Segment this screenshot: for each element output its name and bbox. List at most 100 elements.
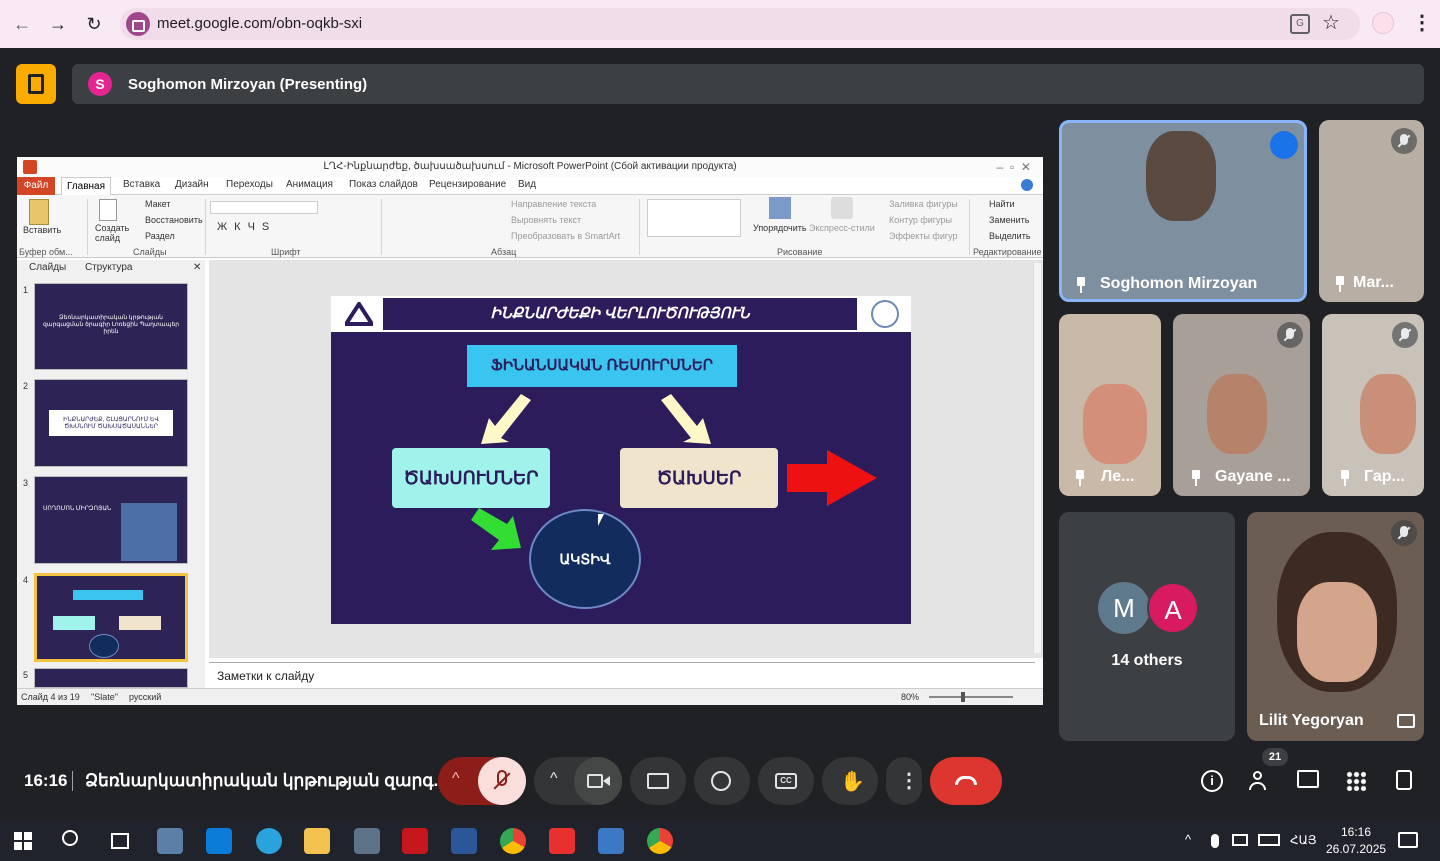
replace-button[interactable]: Заменить [989,215,1029,225]
leave-call-button[interactable] [930,757,1002,805]
translate-icon[interactable]: G [1290,14,1310,34]
participant-tile-2[interactable]: Mar... [1319,120,1424,302]
others-tile[interactable]: M A 14 others [1059,512,1235,741]
pin-icon[interactable] [1074,277,1088,293]
bookmark-star-icon[interactable]: ☆ [1322,10,1340,35]
tab-home[interactable]: Главная [61,177,111,196]
quick-styles-icon[interactable] [831,197,853,219]
close-panel-icon[interactable]: ✕ [193,262,201,273]
people-icon[interactable] [1247,770,1273,792]
audio-options-chevron-icon[interactable]: ^ [452,770,460,788]
shape-fill-button[interactable]: Заливка фигуры [889,199,958,209]
editor-scrollbar[interactable] [1033,263,1041,653]
new-slide-icon[interactable] [99,199,117,221]
tab-review[interactable]: Рецензирование [429,179,506,190]
meeting-info-icon[interactable]: i [1201,770,1223,792]
address-bar[interactable]: meet.google.com/obn-oqkb-sxi [120,8,1360,40]
reset-button[interactable]: Восстановить [145,215,203,225]
store-icon[interactable] [206,828,232,854]
emoji-button[interactable] [694,757,750,805]
section-button[interactable]: Раздел [145,231,175,241]
pin-icon[interactable] [1073,470,1087,486]
word-icon[interactable] [451,828,477,854]
mic-off-button[interactable] [478,757,526,805]
network-icon[interactable] [1232,834,1248,846]
notifications-icon[interactable] [1398,832,1418,848]
clock-time[interactable]: 16:16 [1326,825,1386,839]
slide-thumbnail-1[interactable]: Ձեռնարկատիրական կրթության զարգացման ծրագ… [34,283,188,370]
telegram-icon[interactable] [256,828,282,854]
activities-icon[interactable] [1346,771,1366,791]
pin-icon[interactable] [1338,470,1352,486]
clock-date[interactable]: 26.07.2025 [1326,842,1386,856]
convert-smartart-button[interactable]: Преобразовать в SmartArt [511,231,620,241]
windows-start-icon[interactable] [14,832,32,850]
arrange-icon[interactable] [769,197,791,219]
participant-tile-1[interactable]: Soghomon Mirzoyan [1059,120,1307,302]
video-options-chevron-icon[interactable]: ^ [550,770,558,788]
select-button[interactable]: Выделить [989,231,1031,241]
captions-button[interactable]: CC [758,757,814,805]
keyboard-icon[interactable] [1258,834,1280,846]
remote-desktop-icon[interactable] [157,828,183,854]
host-controls-lock-icon[interactable] [1396,770,1412,790]
acrobat-icon[interactable] [402,828,428,854]
snipping-tool-icon[interactable] [598,828,624,854]
tab-design[interactable]: Дизайн [175,179,209,190]
present-button[interactable] [630,757,686,805]
back-arrow-icon[interactable]: ← [10,12,34,36]
align-text-button[interactable]: Выровнять текст [511,215,581,225]
tab-view[interactable]: Вид [518,179,536,190]
find-button[interactable]: Найти [989,199,1015,209]
tray-mic-icon[interactable] [1211,834,1219,848]
participant-tile-6[interactable]: Lilit Yegoryan [1247,512,1424,741]
new-slide-label[interactable]: Создать слайд [95,223,131,243]
slide-thumbnail-5[interactable] [34,668,188,688]
companion-mode-icon[interactable] [16,64,56,104]
profile-avatar[interactable] [1372,12,1394,34]
tray-overflow-icon[interactable]: ^ [1185,832,1191,847]
notes-pane[interactable]: Заметки к слайду [209,662,1035,688]
search-icon[interactable] [62,830,78,846]
tab-insert[interactable]: Вставка [123,179,160,190]
tab-transitions[interactable]: Переходы [226,179,273,190]
help-icon[interactable] [1021,179,1033,191]
forward-arrow-icon[interactable]: → [46,12,70,36]
participant-tile-3[interactable]: Ле... [1059,314,1161,496]
slide-thumbnail-3[interactable]: ՍՈՂՈՄՈՆ ՄԻՐԶՈՅԱՆ [34,476,188,564]
shape-outline-button[interactable]: Контур фигуры [889,215,952,225]
camera-button[interactable] [574,757,622,805]
tab-outline[interactable]: Структура [85,262,132,273]
raise-hand-button[interactable]: ✋ [822,757,878,805]
tab-slides[interactable]: Слайды [29,262,66,273]
font-name-box[interactable] [210,201,318,214]
paste-icon[interactable] [29,199,49,225]
slide-thumbnail-2[interactable]: ԻՆՔՆԱՐԺԵՔ, ՇԼԱՑԱՐՆՈՒՄ ԵՎ ԾԽՍՆՈՒՄ ԾԱԽՍԱԾԱ… [34,379,188,467]
text-direction-button[interactable]: Направление текста [511,199,596,209]
calculator-icon[interactable] [354,828,380,854]
reload-icon[interactable]: ↻ [82,12,106,36]
more-options-button[interactable]: ⋮ [886,757,922,805]
shape-effects-button[interactable]: Эффекты фигур [889,231,958,241]
font-format-buttons[interactable]: ЖКЧS [217,221,276,233]
picture-in-picture-icon[interactable] [1397,714,1415,728]
shapes-gallery[interactable] [647,199,741,237]
chrome-icon[interactable] [500,828,526,854]
browser-menu-icon[interactable]: ⋮ [1412,10,1432,35]
tab-slideshow[interactable]: Показ слайдов [349,179,418,190]
anydesk-icon[interactable] [549,828,575,854]
task-view-icon[interactable] [111,833,129,849]
file-explorer-icon[interactable] [304,828,330,854]
pin-icon[interactable] [1189,470,1203,486]
pin-icon[interactable] [1333,276,1347,292]
quick-styles-label[interactable]: Экспресс-стили [809,223,875,233]
tab-animation[interactable]: Анимация [286,179,333,190]
chrome-profile-icon[interactable] [647,828,673,854]
arrange-label[interactable]: Упорядочить [753,223,807,233]
participant-tile-4[interactable]: Gayane ... [1173,314,1310,496]
language-indicator[interactable]: ՀԱՅ [1290,833,1317,847]
layout-button[interactable]: Макет [145,199,170,209]
zoom-slider[interactable] [929,696,1013,698]
chat-icon[interactable] [1297,770,1319,788]
participant-tile-5[interactable]: Гар... [1322,314,1424,496]
